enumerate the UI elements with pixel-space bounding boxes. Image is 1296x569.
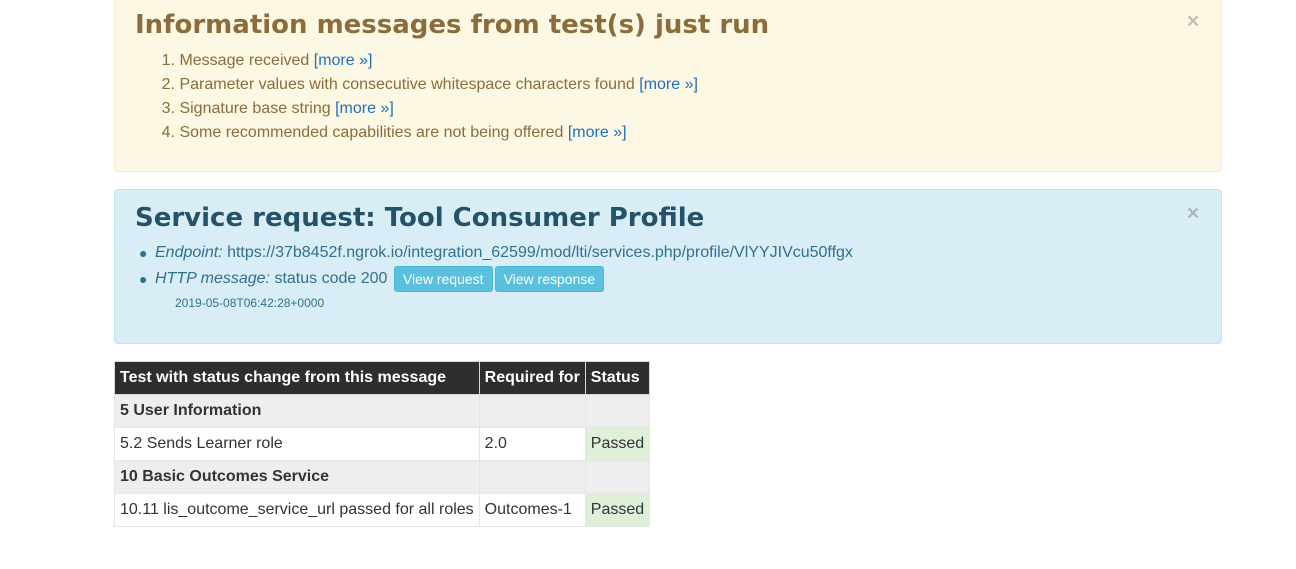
list-item: 3. Signature base string [more »]: [161, 100, 394, 117]
column-header-test: Test with status change from this messag…: [114, 361, 480, 395]
column-header-required: Required for: [478, 361, 586, 395]
column-header-status: Status: [584, 361, 651, 395]
message-text: Some recommended capabilities are not be…: [179, 124, 564, 141]
table-row: 10.11 lis_outcome_service_url passed for…: [114, 493, 651, 527]
bullet-icon: ●: [139, 245, 148, 261]
message-text: Message received: [179, 52, 310, 69]
close-info-alert-icon[interactable]: ×: [1185, 11, 1201, 32]
required-for: 2.0: [478, 427, 586, 461]
view-request-button[interactable]: View request: [393, 265, 493, 292]
more-link[interactable]: [more »]: [568, 124, 627, 141]
message-text: Signature base string: [179, 100, 331, 117]
timestamp: 2019-05-08T06:42:28+0000: [175, 296, 325, 310]
table-group-row: 5 User Information: [114, 394, 651, 428]
test-name: 5.2 Sends Learner role: [114, 427, 480, 461]
table-header-row: Test with status change from this messag…: [114, 361, 651, 395]
info-messages-list: 1. Message received [more »] 2. Paramete…: [155, 49, 698, 145]
status-badge: Passed: [584, 427, 651, 461]
list-item: 4. Some recommended capabilities are not…: [161, 124, 627, 141]
more-link[interactable]: [more »]: [314, 52, 373, 69]
more-link[interactable]: [more »]: [335, 100, 394, 117]
endpoint-label: Endpoint:: [155, 244, 223, 261]
view-response-button[interactable]: View response: [494, 265, 605, 292]
required-for: Outcomes-1: [478, 493, 586, 527]
message-text: Parameter values with consecutive whites…: [179, 76, 635, 93]
http-status: status code 200: [274, 270, 388, 287]
status-badge: Passed: [584, 493, 651, 527]
table-group-row: 10 Basic Outcomes Service: [114, 460, 651, 494]
endpoint-url: https://37b8452f.ngrok.io/integration_62…: [227, 244, 853, 261]
table-row: 5.2 Sends Learner role 2.0 Passed: [114, 427, 651, 461]
endpoint-item: ● Endpoint: https://37b8452f.ngrok.io/in…: [139, 241, 853, 265]
service-request-title: Service request: Tool Consumer Profile: [135, 203, 705, 233]
group-label: 5 User Information: [114, 394, 480, 428]
close-service-alert-icon[interactable]: ×: [1185, 203, 1201, 224]
list-item: 1. Message received [more »]: [161, 52, 373, 69]
service-request-alert: Service request: Tool Consumer Profile ×…: [114, 189, 1222, 344]
http-message-label: HTTP message:: [155, 270, 270, 287]
group-label: 10 Basic Outcomes Service: [114, 460, 480, 494]
info-messages-alert: Information messages from test(s) just r…: [114, 0, 1222, 172]
bullet-icon: ●: [139, 271, 148, 287]
test-name: 10.11 lis_outcome_service_url passed for…: [114, 493, 480, 527]
list-item: 2. Parameter values with consecutive whi…: [161, 76, 698, 93]
http-message-item: ● HTTP message: status code 200 View req…: [139, 265, 853, 293]
info-messages-title: Information messages from test(s) just r…: [135, 10, 770, 40]
service-request-details: ● Endpoint: https://37b8452f.ngrok.io/in…: [139, 241, 853, 293]
more-link[interactable]: [more »]: [639, 76, 698, 93]
results-table: Test with status change from this messag…: [114, 361, 651, 527]
